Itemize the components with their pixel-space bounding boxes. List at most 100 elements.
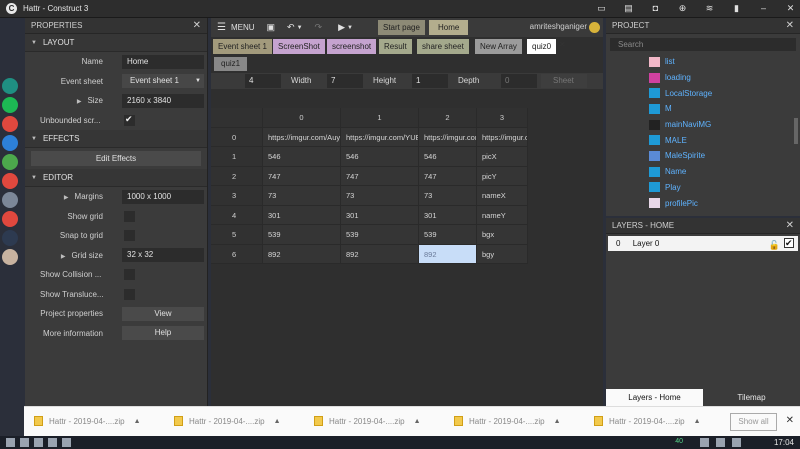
show-translucent-checkbox[interactable] [124,288,135,300]
username[interactable]: amriteshganiger [530,22,587,31]
tray-icon[interactable] [700,438,709,447]
show-all-button[interactable]: Show all [730,413,777,431]
files-icon[interactable] [2,135,18,151]
event-sheet-select[interactable]: Event sheet 1 ▼ [122,74,204,89]
name-field[interactable]: Home [122,54,204,69]
spotify-icon[interactable] [2,97,18,113]
table-cell[interactable]: https://imgur.com/Auy [263,127,341,147]
monitor-icon[interactable] [48,438,57,447]
column-header[interactable]: 1 [341,108,419,128]
table-cell[interactable]: https://imgur.com [419,127,477,147]
taskbar-app-icon[interactable] [62,438,71,447]
construct-icon[interactable] [2,230,18,246]
show-grid-checkbox[interactable] [124,210,135,222]
column-header[interactable]: 3 [477,108,528,128]
edit-effects-button[interactable]: Edit Effects [31,151,201,166]
layer-row[interactable]: 0 Layer 0 🔓 [608,236,798,251]
list-item[interactable]: list [606,54,792,70]
list-item[interactable]: M [606,101,792,117]
table-cell[interactable]: 539 [341,225,419,245]
chevron-up-icon[interactable]: ▲ [554,418,561,425]
clipboard-icon[interactable]: ▤ [623,3,634,14]
window-icon[interactable]: ▭ [596,3,607,14]
table-cell[interactable]: picY [477,166,528,186]
expand-icon[interactable]: ▶ [64,195,69,201]
table-cell[interactable]: 892 [341,244,419,264]
table-cell[interactable]: 73 [419,186,477,206]
chevron-down-icon[interactable]: ▼ [297,25,303,31]
undo-icon[interactable]: ↶ [287,22,295,33]
table-cell[interactable]: 546 [341,147,419,167]
taskbar-app-icon[interactable] [20,438,29,447]
table-cell[interactable]: nameY [477,205,528,225]
chevron-down-icon[interactable]: ▼ [347,25,353,31]
taskbar-app-icon[interactable] [34,438,43,447]
download-item[interactable]: Hattr - 2019-04-....zip ▲ [314,416,421,426]
column-header[interactable]: 2 [419,108,477,128]
table-cell[interactable]: picX [477,147,528,167]
table-cell[interactable]: 747 [341,166,419,186]
unbounded-checkbox[interactable] [124,114,135,126]
column-header[interactable]: 0 [263,108,341,128]
taskbar-app-icon[interactable] [6,438,15,447]
list-item[interactable]: Play [606,180,792,196]
table-cell[interactable]: 73 [263,186,341,206]
chevron-up-icon[interactable]: ▲ [274,418,281,425]
chrome-icon[interactable] [2,211,18,227]
chevron-up-icon[interactable]: ▲ [694,418,701,425]
battery-icon[interactable]: ▮ [731,3,742,14]
visibility-checkbox[interactable] [784,236,794,251]
table-cell[interactable]: 546 [419,147,477,167]
wifi-icon[interactable]: ≋ [704,3,715,14]
list-item[interactable]: profilePic [606,195,792,211]
list-item[interactable]: LocalStorage [606,85,792,101]
snap-grid-checkbox[interactable] [124,230,135,242]
table-cell[interactable]: https://imgur.com/YUE [341,127,419,147]
avatar[interactable] [589,22,600,33]
row-header[interactable]: 1 [211,147,263,167]
table-cell[interactable]: bgy [477,244,528,264]
download-item[interactable]: Hattr - 2019-04-....zip ▲ [454,416,561,426]
layout-section[interactable]: ▼ LAYOUT [25,34,207,52]
row-header[interactable]: 3 [211,186,263,206]
help-button[interactable]: Help [122,326,204,341]
close-icon[interactable]: ✕ [785,3,796,14]
close-icon[interactable]: ✕ [193,20,201,31]
tray-icon[interactable] [716,438,725,447]
list-item[interactable]: MaleSpirite [606,148,792,164]
row-header[interactable]: 4 [211,205,263,225]
download-item[interactable]: Hattr - 2019-04-....zip ▲ [594,416,701,426]
monitor-icon[interactable] [2,192,18,208]
list-item[interactable]: mainNaviMG [606,117,792,133]
table-cell[interactable]: 892 [419,244,477,264]
table-cell[interactable]: 73 [341,186,419,206]
table-cell[interactable]: 892 [263,244,341,264]
tab-start-page[interactable]: Start page [378,20,425,35]
search-input[interactable]: Search [610,38,796,51]
table-cell[interactable]: 539 [419,225,477,245]
chevron-up-icon[interactable]: ▲ [134,418,141,425]
tab-result[interactable]: Result [379,39,412,54]
close-icon[interactable]: ✕ [786,20,794,31]
view-button[interactable]: View [122,306,204,321]
table-cell[interactable]: https://imgur.c [477,127,528,147]
list-item[interactable]: loading [606,70,792,86]
table-cell[interactable]: 546 [263,147,341,167]
tab-screenshot[interactable]: ScreenShot [273,39,325,54]
leaf-icon[interactable] [2,154,18,170]
grid-size-field[interactable]: 32 x 32 [122,248,204,263]
chrome-icon[interactable] [2,116,18,132]
editor-section[interactable]: ▼ EDITOR [25,169,207,187]
table-cell[interactable]: 301 [419,205,477,225]
tab-event-sheet-1[interactable]: Event sheet 1 [213,39,272,54]
chrome-icon[interactable] [2,173,18,189]
close-icon[interactable]: ✕ [786,220,794,231]
expand-icon[interactable]: ▶ [61,254,66,260]
expand-icon[interactable]: ▶ [77,99,82,105]
depth-field[interactable]: 0 [501,74,537,88]
menu-button[interactable]: ☰ MENU [217,22,255,33]
row-header[interactable]: 6 [211,244,263,264]
tab-layers-home[interactable]: Layers - Home [606,389,703,406]
table-cell[interactable]: bgx [477,225,528,245]
table-cell[interactable]: 539 [263,225,341,245]
